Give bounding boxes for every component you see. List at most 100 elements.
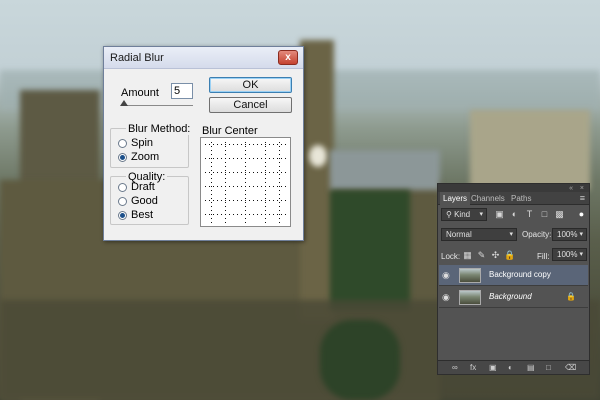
type-filter-icon[interactable]: T bbox=[524, 209, 535, 220]
eye-icon[interactable]: ◉ bbox=[442, 270, 452, 280]
radio-zoom[interactable]: Zoom bbox=[118, 151, 159, 163]
grid-dot bbox=[273, 200, 274, 201]
grid-dot bbox=[241, 172, 242, 173]
tab-paths[interactable]: Paths bbox=[511, 194, 531, 203]
lock-label: Lock: bbox=[441, 252, 461, 261]
grid-dot bbox=[211, 166, 212, 167]
grid-dot bbox=[225, 170, 226, 171]
grid-dot bbox=[225, 174, 226, 175]
collapse-icon[interactable]: « bbox=[569, 185, 573, 192]
radio-spin-circle[interactable] bbox=[118, 138, 127, 148]
grid-dot bbox=[241, 158, 242, 159]
radio-zoom-circle[interactable] bbox=[118, 152, 127, 162]
grid-dot bbox=[211, 146, 212, 147]
grid-dot bbox=[279, 194, 280, 195]
grid-dot bbox=[265, 218, 266, 219]
chevron-down-icon: ▾ bbox=[579, 231, 583, 238]
radio-good-circle[interactable] bbox=[118, 196, 127, 206]
grid-dot bbox=[273, 186, 274, 187]
tab-layers[interactable]: Layers bbox=[440, 192, 471, 206]
radio-draft[interactable]: Draft bbox=[118, 181, 155, 193]
radio-draft-label: Draft bbox=[131, 181, 155, 193]
amount-label: Amount bbox=[121, 87, 159, 99]
grid-dot bbox=[285, 200, 286, 201]
lock-all-icon[interactable]: 🔒 bbox=[504, 250, 515, 261]
grid-dot bbox=[265, 142, 266, 143]
grid-dot bbox=[273, 144, 274, 145]
amount-slider-track[interactable] bbox=[121, 105, 193, 106]
grid-dot bbox=[277, 172, 278, 173]
grid-dot bbox=[245, 206, 246, 207]
grid-dot bbox=[265, 182, 266, 183]
link-icon[interactable]: ∞ bbox=[452, 363, 458, 372]
lock-transparent-icon[interactable]: ▦ bbox=[462, 250, 473, 261]
grid-dot bbox=[273, 214, 274, 215]
lock-position-icon[interactable]: ✣ bbox=[490, 250, 501, 261]
grid-dot bbox=[279, 178, 280, 179]
radio-best[interactable]: Best bbox=[118, 209, 153, 221]
grid-dot bbox=[213, 214, 214, 215]
image-filter-icon[interactable]: ▣ bbox=[494, 209, 505, 220]
grid-dot bbox=[211, 182, 212, 183]
grid-dot bbox=[245, 142, 246, 143]
layer-row-background[interactable]: ◉ Background 🔒 bbox=[439, 287, 588, 308]
blur-center-preview[interactable] bbox=[200, 137, 291, 227]
layer-row-background-copy[interactable]: ◉ Background copy bbox=[439, 265, 588, 286]
trash-icon[interactable]: ⌫ bbox=[565, 363, 576, 372]
fx-icon[interactable]: fx bbox=[470, 363, 476, 372]
dialog-titlebar[interactable]: Radial Blur x bbox=[104, 47, 303, 69]
grid-dot bbox=[237, 200, 238, 201]
grid-dot bbox=[211, 170, 212, 171]
folder-icon[interactable]: ▤ bbox=[527, 363, 535, 372]
grid-dot bbox=[211, 214, 212, 215]
cancel-button[interactable]: Cancel bbox=[209, 97, 292, 113]
radio-spin[interactable]: Spin bbox=[118, 137, 153, 149]
radio-good[interactable]: Good bbox=[118, 195, 158, 207]
grid-dot bbox=[265, 186, 266, 187]
grid-dot bbox=[211, 158, 212, 159]
grid-dot bbox=[245, 202, 246, 203]
grid-dot bbox=[221, 158, 222, 159]
adjustment-icon[interactable]: ◐ bbox=[508, 363, 513, 372]
radio-draft-circle[interactable] bbox=[118, 182, 127, 192]
smart-object-filter-icon[interactable]: ▩ bbox=[554, 209, 565, 220]
grid-dot bbox=[209, 172, 210, 173]
shape-filter-icon[interactable]: □ bbox=[539, 209, 550, 220]
panel-topbar[interactable]: « × bbox=[438, 184, 589, 192]
opacity-input[interactable]: 100% ▾ bbox=[552, 228, 587, 241]
amount-input[interactable]: 5 bbox=[171, 83, 193, 99]
grid-dot bbox=[249, 144, 250, 145]
grid-dot bbox=[265, 146, 266, 147]
grid-dot bbox=[225, 190, 226, 191]
lock-image-icon[interactable]: ✎ bbox=[476, 250, 487, 261]
ok-button[interactable]: OK bbox=[209, 77, 292, 93]
adjustment-filter-icon[interactable]: ◐ bbox=[509, 209, 520, 220]
grid-dot bbox=[245, 222, 246, 223]
grid-dot bbox=[273, 172, 274, 173]
grid-dot bbox=[225, 214, 226, 215]
grid-dot bbox=[245, 158, 246, 159]
grid-dot bbox=[261, 144, 262, 145]
radio-best-circle[interactable] bbox=[118, 210, 127, 220]
mask-icon[interactable]: ▣ bbox=[489, 363, 497, 372]
filter-toggle-icon[interactable]: ● bbox=[576, 209, 587, 220]
layer-name: Background bbox=[489, 292, 532, 301]
close-button[interactable]: x bbox=[278, 50, 298, 65]
grid-dot bbox=[273, 158, 274, 159]
filter-kind-dropdown[interactable]: ⚲ Kind ▾ bbox=[441, 208, 487, 221]
grid-dot bbox=[281, 172, 282, 173]
tab-channels[interactable]: Channels bbox=[471, 194, 505, 203]
new-layer-icon[interactable]: □ bbox=[546, 363, 551, 372]
grid-dot bbox=[265, 154, 266, 155]
grid-dot bbox=[285, 214, 286, 215]
grid-dot bbox=[233, 144, 234, 145]
grid-dot bbox=[249, 200, 250, 201]
eye-icon[interactable]: ◉ bbox=[442, 292, 452, 302]
amount-slider-thumb[interactable] bbox=[120, 100, 128, 106]
grid-dot bbox=[217, 186, 218, 187]
blend-mode-dropdown[interactable]: Normal ▾ bbox=[441, 228, 517, 241]
panel-menu-icon[interactable]: ≡ bbox=[580, 193, 585, 203]
fill-input[interactable]: 100% ▾ bbox=[552, 248, 587, 261]
close-panel-icon[interactable]: × bbox=[580, 185, 584, 192]
grid-dot bbox=[211, 150, 212, 151]
